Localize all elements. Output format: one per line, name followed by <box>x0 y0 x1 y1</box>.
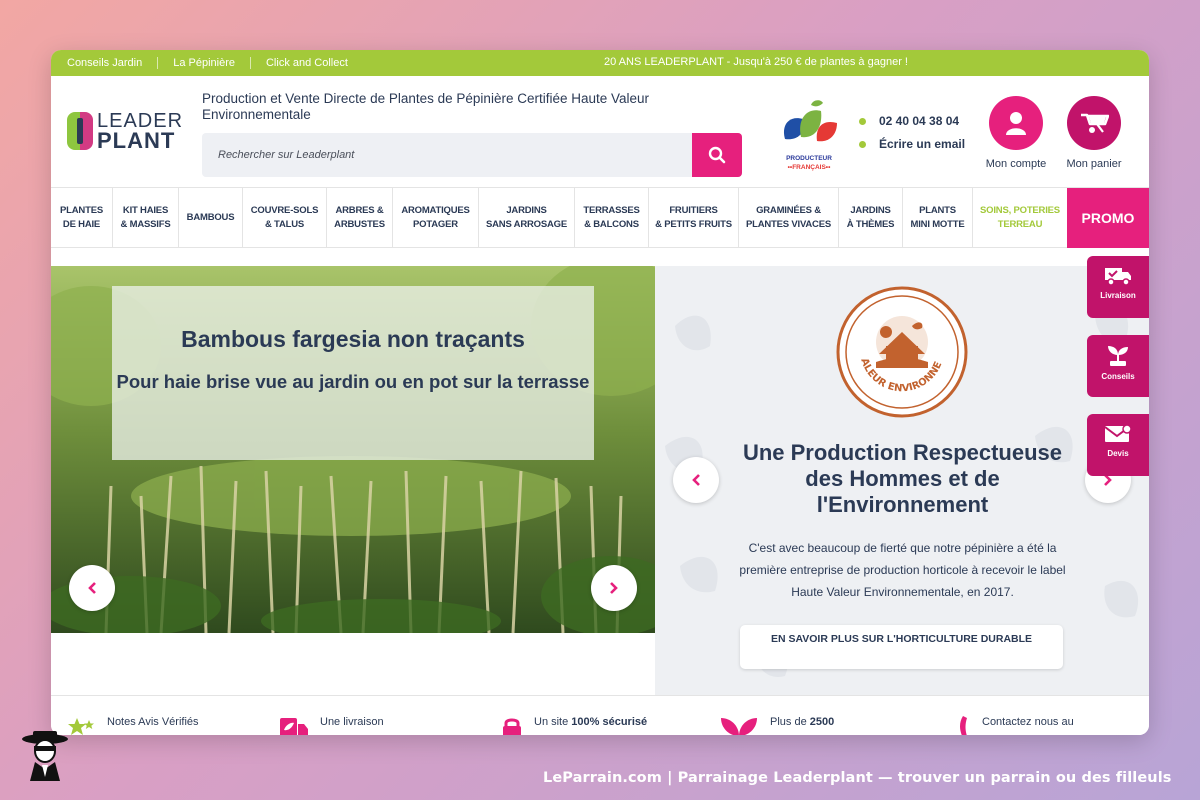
secure-text-prefix: Un site <box>534 716 572 728</box>
nav-terrasses[interactable]: TERRASSES & BALCONS <box>575 188 649 247</box>
nav-couvre-sols[interactable]: COUVRE-SOLS & TALUS <box>243 188 327 247</box>
site-tagline: Production et Vente Directe de Plantes d… <box>202 91 650 122</box>
site-credit-footer: LeParrain.com | Parrainage Leaderplant —… <box>543 770 1172 786</box>
phone-number[interactable]: 02 40 04 38 04 <box>879 114 959 128</box>
producteur-francais-leaves-icon <box>783 100 837 142</box>
contact-text: Contactez nous au <box>982 716 1074 728</box>
nav-soins-poteries[interactable]: SOINS, POTERIES TERREAU <box>973 188 1067 247</box>
top-link-click-and-collect[interactable]: Click and Collect <box>249 57 363 69</box>
cart-label: Mon panier <box>1066 158 1122 170</box>
leaderplant-logo[interactable]: LEADER PLANT <box>67 111 183 153</box>
reviews-text: Notes Avis Vérifiés <box>107 716 199 728</box>
hero-subtitle: Pour haie brise vue au jardin ou en pot … <box>116 371 590 392</box>
nav-plantes-de-haie[interactable]: PLANTES DE HAIE <box>51 188 113 247</box>
envelope-icon <box>1104 424 1132 442</box>
hve-learn-more-button[interactable]: EN SAVOIR PLUS SUR L'HORTICULTURE DURABL… <box>740 625 1063 669</box>
nav-graminees[interactable]: GRAMINÉES & PLANTES VIVACES <box>739 188 839 247</box>
producteur-francais-badge: PRODUCTEUR ••FRANÇAIS•• <box>775 97 843 173</box>
delivery-truck-icon <box>1105 268 1131 286</box>
nav-fruitiers[interactable]: FRUITIERS & PETITS FRUITS <box>649 188 739 247</box>
reassurance-reviews[interactable]: Notes Avis Vérifiés <box>67 716 199 735</box>
hve-description: C'est avec beaucoup de fierté que notre … <box>739 541 1066 599</box>
phone-icon <box>960 716 967 735</box>
nav-kit-haies[interactable]: KIT HAIES & MASSIFS <box>113 188 179 247</box>
nav-plants-mini-motte[interactable]: PLANTS MINI MOTTE <box>903 188 973 247</box>
top-bar: Conseils Jardin La Pépinière Click and C… <box>51 50 1149 76</box>
hero-slider: Bambous fargesia non traçants Pour haie … <box>51 266 655 633</box>
reassurance-delivery[interactable]: Une livraison <box>280 716 384 735</box>
nav-promo[interactable]: PROMO <box>1067 188 1149 248</box>
hve-label-seal: HAUTE VALEUR ENVIRONNEMENTALE <box>834 284 968 418</box>
reassurance-strip: Notes Avis Vérifiés Une livraison Un sit… <box>51 695 1149 735</box>
reassurance-secure[interactable]: Un site 100% sécurisé <box>500 716 647 735</box>
hve-panel: HAUTE VALEUR ENVIRONNEMENTALE Une Produc… <box>655 266 1149 695</box>
side-tab-livraison-label: Livraison <box>1100 291 1136 300</box>
search-button[interactable] <box>692 133 742 177</box>
nav-jardins-a-themes[interactable]: JARDINS À THÈMES <box>839 188 903 247</box>
padlock-icon <box>503 718 521 735</box>
main-nav: PLANTES DE HAIE KIT HAIES & MASSIFS BAMBOU… <box>51 188 1149 248</box>
wheelbarrow-cart-icon <box>1081 113 1109 133</box>
hero-prev-button[interactable] <box>69 565 115 611</box>
search-bar <box>202 133 742 177</box>
browser-window: Conseils Jardin La Pépinière Click and C… <box>51 50 1149 735</box>
nav-jardins-sans-arrosage[interactable]: JARDINS SANS ARROSAGE <box>479 188 575 247</box>
stars-icon <box>68 718 94 735</box>
account-circle <box>989 96 1043 150</box>
reassurance-contact[interactable]: Contactez nous au <box>957 716 1074 735</box>
nav-bambous[interactable]: BAMBOUS <box>179 188 243 247</box>
leaves-icon <box>721 718 757 735</box>
side-tab-devis[interactable]: Devis <box>1087 414 1149 476</box>
bullet-icon <box>859 117 866 125</box>
user-icon <box>1006 112 1026 135</box>
top-link-conseils-jardin[interactable]: Conseils Jardin <box>67 57 157 69</box>
leparrain-mascot-logo <box>22 731 68 781</box>
reassurance-plants[interactable]: Plus de 2500 <box>719 716 834 735</box>
nav-aromatiques[interactable]: AROMATIQUES POTAGER <box>393 188 479 247</box>
top-links: Conseils Jardin La Pépinière Click and C… <box>51 57 363 69</box>
cart-button[interactable]: Mon panier <box>1054 96 1134 170</box>
delivery-text: Une livraison <box>320 716 384 728</box>
top-link-la-pepiniere[interactable]: La Pépinière <box>157 57 250 69</box>
hve-title: Une Production Respectueuse des Hommes e… <box>742 440 1063 517</box>
logo-text-plant: PLANT <box>97 128 176 153</box>
secure-text-bold: 100% sécurisé <box>571 716 648 728</box>
hero-title: Bambous fargesia non traçants <box>181 326 525 352</box>
account-button[interactable]: Mon compte <box>976 96 1056 170</box>
chevron-left-icon <box>692 474 700 486</box>
chevron-left-icon <box>88 582 96 594</box>
nav-arbres-arbustes[interactable]: ARBRES & ARBUSTES <box>327 188 393 247</box>
top-promo-banner[interactable]: 20 ANS LEADERPLANT - Jusqu'à 250 € de pl… <box>604 56 908 68</box>
search-icon <box>708 146 726 164</box>
search-input[interactable] <box>202 133 682 177</box>
site-header: LEADER PLANT Production et Vente Directe… <box>51 76 1149 188</box>
phone-row[interactable]: 02 40 04 38 04 <box>859 114 965 128</box>
hero-next-button[interactable] <box>591 565 637 611</box>
contact-info: 02 40 04 38 04 Écrire un email <box>859 114 965 160</box>
account-label: Mon compte <box>985 158 1047 170</box>
cart-circle <box>1067 96 1121 150</box>
side-tab-devis-label: Devis <box>1107 449 1129 458</box>
plants-text-prefix: Plus de <box>770 716 810 728</box>
sprout-icon <box>1108 346 1128 366</box>
email-link[interactable]: Écrire un email <box>879 137 965 151</box>
chevron-right-icon <box>610 582 618 594</box>
hero-caption: Bambous fargesia non traçants Pour haie … <box>112 286 594 460</box>
logo-mark-icon <box>67 112 93 150</box>
delivery-box-icon <box>280 718 308 735</box>
side-tab-conseils[interactable]: Conseils <box>1087 335 1149 397</box>
plants-text-bold: 2500 <box>809 716 835 728</box>
producteur-label: PRODUCTEUR <box>786 155 832 162</box>
bullet-icon <box>859 140 866 148</box>
side-tab-livraison[interactable]: Livraison <box>1087 256 1149 318</box>
francais-label: ••FRANÇAIS•• <box>787 164 831 171</box>
hve-prev-button[interactable] <box>673 457 719 503</box>
side-tab-conseils-label: Conseils <box>1101 372 1135 381</box>
email-row[interactable]: Écrire un email <box>859 137 965 151</box>
